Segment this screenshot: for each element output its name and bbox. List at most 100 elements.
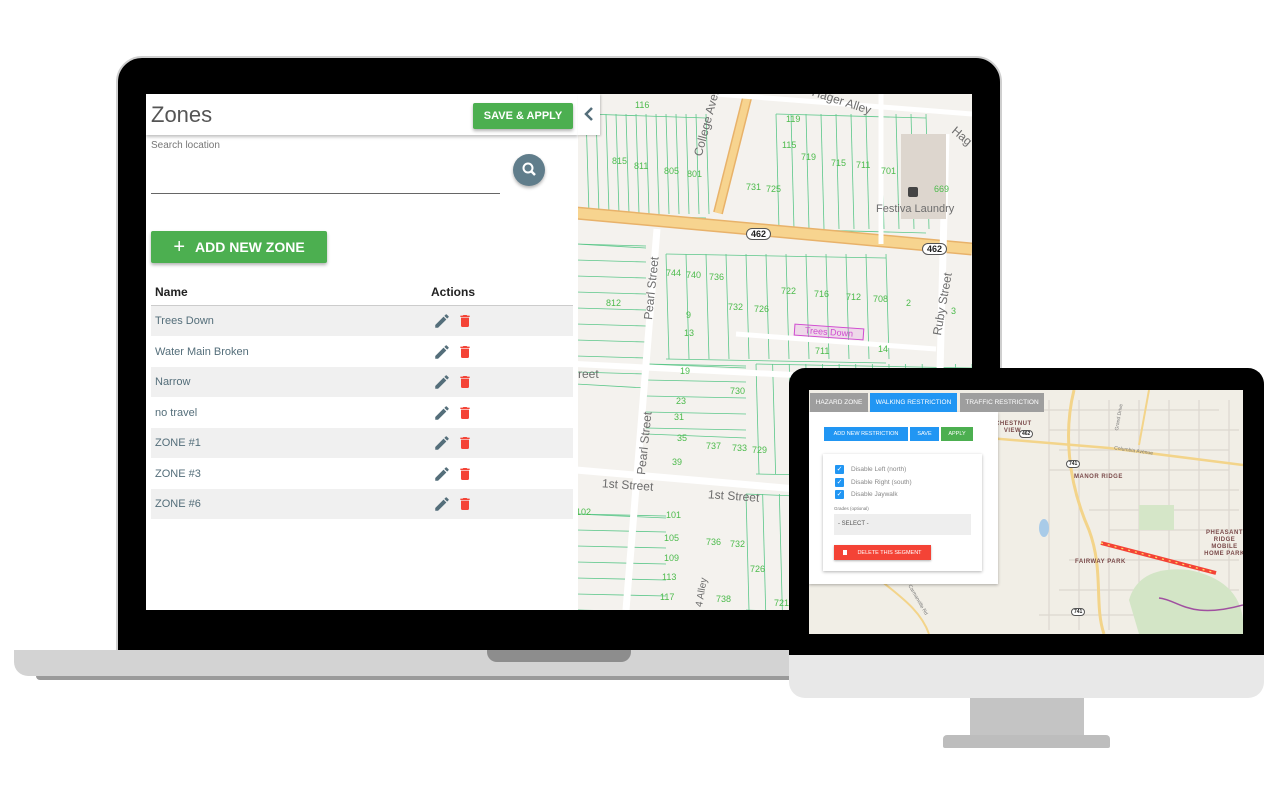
grades-label: Grades (optional) [834, 506, 869, 511]
segment-options-card: ✓ Disable Left (north) ✓ Disable Right (… [823, 454, 982, 571]
parcel-number: 738 [716, 594, 732, 604]
parcel-number: 13 [684, 328, 695, 338]
search-button[interactable] [513, 154, 545, 186]
edit-icon[interactable] [433, 434, 451, 452]
table-row[interactable]: ZONE #3 [151, 459, 573, 489]
tab-walking-restriction[interactable]: WALKING RESTRICTION [870, 393, 957, 412]
parcel-number: 726 [750, 564, 766, 574]
zone-name: ZONE #6 [155, 498, 201, 510]
zone-label: Trees Down [804, 325, 854, 339]
column-header-actions: Actions [431, 285, 476, 299]
edit-icon[interactable] [433, 495, 451, 513]
parcel-number: 31 [674, 412, 685, 422]
delete-icon[interactable] [457, 404, 473, 422]
edit-icon[interactable] [433, 465, 451, 483]
search-location-input[interactable] [151, 154, 500, 192]
route-shield: 462 [746, 228, 772, 240]
parcel-number: 730 [730, 386, 746, 396]
zone-name: no travel [155, 406, 198, 419]
checkbox-disable-left[interactable]: ✓ [835, 465, 844, 474]
parcel-number: 733 [732, 443, 748, 453]
table-row[interactable]: ZONE #1 [151, 428, 573, 458]
route-shield: 741 [1066, 460, 1081, 468]
apply-button[interactable]: APPLY [941, 427, 973, 441]
poi-label: Festiva Laundry [876, 203, 955, 215]
parcel-number: 721 [774, 598, 790, 608]
route-shield: 462 [1019, 430, 1034, 438]
add-new-zone-button[interactable]: + ADD NEW ZONE [151, 231, 327, 263]
zone-name: ZONE #3 [155, 467, 201, 480]
zone-name: Water Main Broken [155, 345, 249, 358]
parcel-number: 719 [801, 152, 817, 162]
column-header-name: Name [155, 285, 188, 299]
delete-icon[interactable] [457, 465, 473, 483]
parcel-number: 119 [786, 114, 801, 124]
parcel-number: 715 [831, 158, 847, 168]
edit-icon[interactable] [433, 343, 451, 361]
monitor-stand-neck [970, 698, 1084, 736]
parcel-number: 19 [680, 366, 691, 376]
parcel-number: 109 [664, 553, 680, 563]
checkbox-label: Disable Jaywalk [851, 491, 898, 498]
save-button[interactable]: SAVE [910, 427, 939, 441]
parcel-number: 102 [576, 507, 592, 517]
table-row[interactable]: Narrow [151, 367, 573, 397]
table-row[interactable]: ZONE #6 [151, 489, 573, 519]
edit-icon[interactable] [433, 373, 451, 391]
parcel-number: 744 [666, 268, 682, 278]
parcel-number: 722 [781, 286, 797, 296]
place-label: PHEASANT RIDGE MOBILE HOME PARK [1204, 530, 1243, 557]
table-row[interactable]: Trees Down [151, 306, 573, 336]
search-icon [522, 162, 536, 176]
parcel-number: 811 [634, 161, 649, 171]
checkbox-disable-right[interactable]: ✓ [835, 478, 844, 487]
collapse-panel-button[interactable] [578, 94, 600, 135]
tab-hazard-zone[interactable]: HAZARD ZONE [810, 393, 868, 412]
parcel-number: 812 [606, 298, 622, 308]
delete-icon[interactable] [457, 495, 473, 513]
delete-icon[interactable] [457, 434, 473, 452]
delete-icon[interactable] [457, 373, 473, 391]
add-new-restriction-button[interactable]: ADD NEW RESTRICTION [824, 427, 908, 441]
place-label: FAIRWAY PARK [1075, 559, 1126, 565]
parcel-number: 35 [677, 433, 688, 443]
table-row[interactable]: Water Main Broken [151, 337, 573, 367]
parcel-number: 736 [706, 537, 722, 547]
chevron-left-icon [584, 107, 593, 121]
monitor-chin [789, 655, 1264, 698]
table-row[interactable]: no travel [151, 398, 573, 428]
parcel-number: 708 [873, 294, 889, 304]
parcel-number: 732 [728, 302, 744, 312]
parcel-number: 711 [856, 160, 871, 170]
parcel-number: 736 [709, 272, 725, 282]
parcel-number: 117 [660, 592, 675, 602]
delete-segment-label: DELETE THIS SEGMENT [857, 549, 922, 556]
edit-icon[interactable] [433, 312, 451, 330]
parcel-number: 726 [754, 304, 770, 314]
street-label: reet [578, 367, 599, 381]
parcel-number: 14 [878, 344, 889, 354]
parcel-number: 2 [906, 298, 912, 308]
delete-segment-button[interactable]: DELETE THIS SEGMENT [834, 545, 931, 560]
delete-icon[interactable] [457, 312, 473, 330]
parcel-number: 701 [881, 166, 897, 176]
parcel-number: 712 [846, 292, 862, 302]
checkbox-disable-jaywalk[interactable]: ✓ [835, 490, 844, 499]
edit-icon[interactable] [433, 404, 451, 422]
tab-traffic-restriction[interactable]: TRAFFIC RESTRICTION [960, 393, 1044, 412]
zone-name: Trees Down [155, 315, 214, 327]
delete-icon[interactable] [457, 343, 473, 361]
checkbox-label: Disable Right (south) [851, 479, 912, 486]
parcel-number: 801 [687, 169, 703, 179]
add-zone-label: ADD NEW ZONE [195, 239, 305, 255]
parcel-number: 729 [752, 445, 768, 455]
plus-icon: + [173, 235, 185, 258]
parcel-number: 740 [686, 270, 702, 280]
save-apply-button[interactable]: SAVE & APPLY [473, 103, 573, 129]
parcel-number: 105 [664, 533, 680, 543]
parcel-number: 101 [666, 510, 682, 520]
parcel-number: 3 [951, 306, 957, 316]
parcel-number: 711 [815, 346, 830, 356]
laptop-notch [487, 650, 631, 662]
grades-select[interactable]: - SELECT - [834, 514, 971, 535]
